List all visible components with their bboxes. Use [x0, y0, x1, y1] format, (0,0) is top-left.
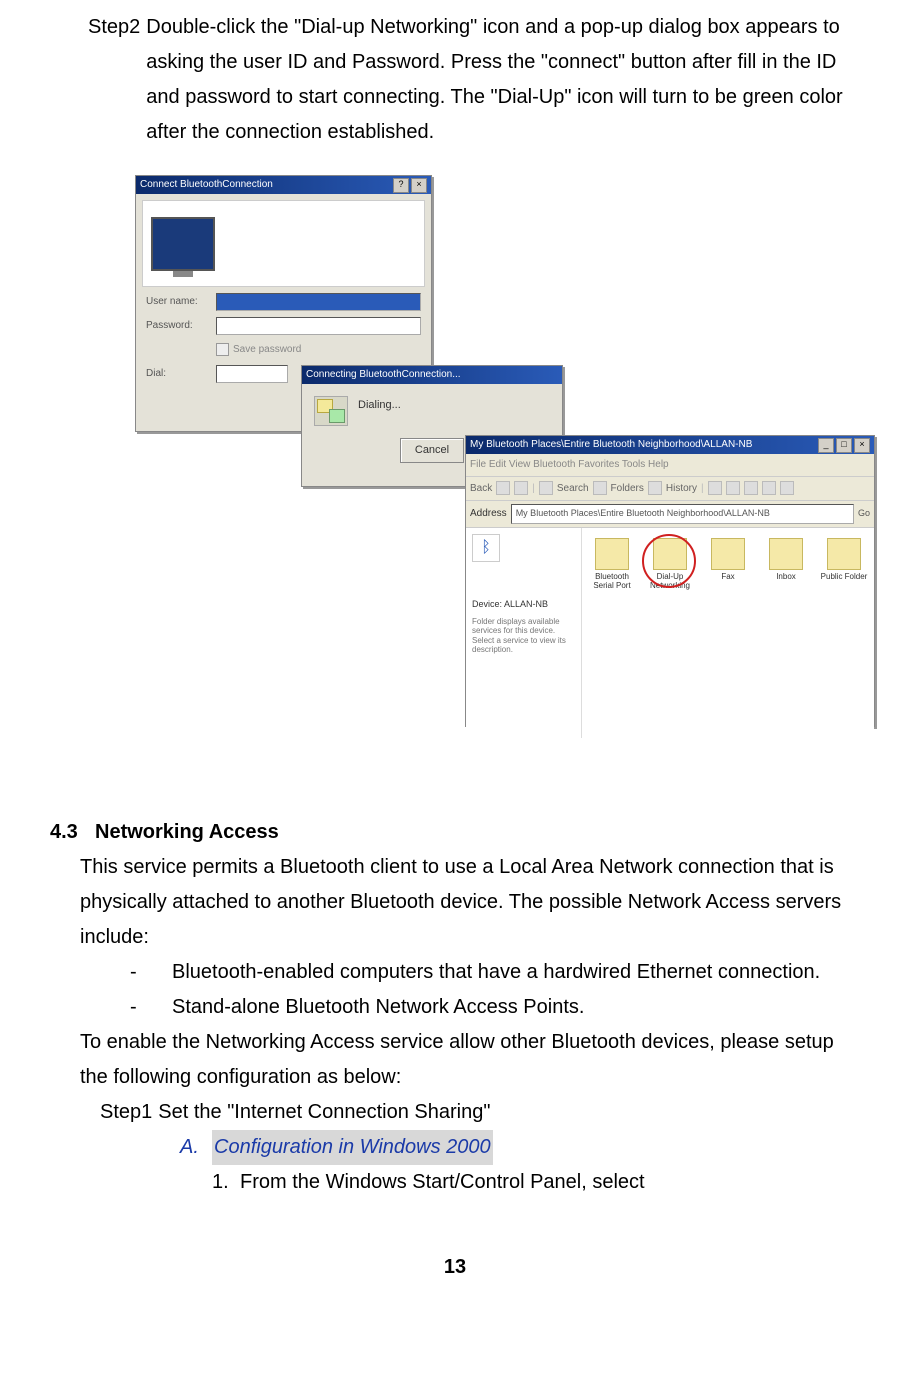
folder-icon: [595, 538, 629, 570]
step2-body: Double-click the "Dial-up Networking" ic…: [146, 10, 860, 150]
sub-a-text: Configuration in Windows 2000: [212, 1130, 493, 1165]
cancel-button[interactable]: Cancel: [400, 438, 464, 463]
connect-title: Connect BluetoothConnection: [140, 176, 273, 194]
fax-item[interactable]: Fax: [704, 538, 752, 582]
minimize-icon[interactable]: _: [818, 438, 834, 453]
inbox-item[interactable]: Inbox: [762, 538, 810, 582]
monitor-icon: [151, 217, 215, 271]
history-icon[interactable]: [648, 481, 662, 495]
folder-icon: [769, 538, 803, 570]
folder-icon: [711, 538, 745, 570]
folder-icon: [653, 538, 687, 570]
undo-icon[interactable]: [762, 481, 776, 495]
sub-a-label: A.: [180, 1130, 212, 1165]
address-input[interactable]: My Bluetooth Places\Entire Bluetooth Nei…: [511, 504, 854, 524]
section-title: Networking Access: [95, 815, 279, 850]
save-password-row: Save password: [216, 341, 431, 359]
delete-icon[interactable]: [744, 481, 758, 495]
save-password-checkbox[interactable]: [216, 343, 229, 356]
go-button[interactable]: Go: [858, 506, 870, 522]
step1-text: Set the "Internet Connection Sharing": [158, 1095, 490, 1130]
explorer-icon-pane: Bluetooth Serial Port Dial-Up Networking…: [582, 528, 874, 738]
views-icon[interactable]: [780, 481, 794, 495]
password-label: Password:: [146, 317, 216, 335]
dial-input[interactable]: [216, 365, 288, 383]
connecting-title: Connecting BluetoothConnection...: [306, 366, 461, 384]
connecting-titlebar: Connecting BluetoothConnection...: [302, 366, 562, 384]
history-button[interactable]: History: [666, 480, 697, 498]
sub-1-text: From the Windows Start/Control Panel, se…: [240, 1165, 645, 1200]
dial-label: Dial:: [146, 365, 216, 383]
dialup-networking-item[interactable]: Dial-Up Networking: [646, 538, 694, 591]
serial-port-label: Bluetooth Serial Port: [588, 573, 636, 591]
bullet-dash: -: [130, 955, 172, 990]
inbox-label: Inbox: [762, 573, 810, 582]
explorer-titlebar: My Bluetooth Places\Entire Bluetooth Nei…: [466, 436, 874, 454]
step1-label: Step1: [100, 1095, 152, 1130]
up-icon[interactable]: [514, 481, 528, 495]
move-icon[interactable]: [708, 481, 722, 495]
address-label: Address: [470, 505, 507, 523]
sidebar-description: Folder displays available services for t…: [472, 617, 575, 655]
dialup-networking-label: Dial-Up Networking: [646, 573, 694, 591]
maximize-icon[interactable]: □: [836, 438, 852, 453]
folders-button[interactable]: Folders: [611, 480, 644, 498]
search-icon[interactable]: [539, 481, 553, 495]
username-label: User name:: [146, 293, 216, 311]
folders-icon[interactable]: [593, 481, 607, 495]
dialog-banner: [142, 200, 425, 287]
explorer-title: My Bluetooth Places\Entire Bluetooth Nei…: [470, 436, 752, 454]
section-paragraph-1: This service permits a Bluetooth client …: [80, 850, 860, 955]
address-bar: Address My Bluetooth Places\Entire Bluet…: [466, 501, 874, 528]
bullet-2: Stand-alone Bluetooth Network Access Poi…: [172, 990, 584, 1025]
section-number: 4.3: [50, 815, 95, 850]
close-icon[interactable]: ×: [411, 178, 427, 193]
folder-icon: [827, 538, 861, 570]
dialing-status: Dialing...: [358, 396, 401, 415]
copy-icon[interactable]: [726, 481, 740, 495]
public-folder-label: Public Folder: [820, 573, 868, 582]
screenshot-figure: Connect BluetoothConnection ? × User nam…: [135, 175, 860, 785]
serial-port-item[interactable]: Bluetooth Serial Port: [588, 538, 636, 591]
explorer-sidebar: ᛒ Device: ALLAN-NB Folder displays avail…: [466, 528, 582, 738]
search-button[interactable]: Search: [557, 480, 589, 498]
sub-1-label: 1.: [212, 1165, 240, 1200]
help-icon[interactable]: ?: [393, 178, 409, 193]
section-paragraph-2: To enable the Networking Access service …: [80, 1025, 860, 1095]
close-icon[interactable]: ×: [854, 438, 870, 453]
explorer-toolbar: Back | Search Folders History |: [466, 477, 874, 502]
bullet-1: Bluetooth-enabled computers that have a …: [172, 955, 820, 990]
fax-label: Fax: [704, 573, 752, 582]
back-button[interactable]: Back: [470, 480, 492, 498]
save-password-label: Save password: [233, 344, 301, 355]
page-number: 13: [50, 1250, 860, 1285]
bluetooth-icon: ᛒ: [472, 534, 500, 562]
sidebar-device: Device: ALLAN-NB: [472, 597, 575, 613]
username-input[interactable]: [216, 293, 421, 311]
explorer-window: My Bluetooth Places\Entire Bluetooth Nei…: [465, 435, 875, 727]
step2-label: Step2: [88, 10, 140, 150]
modem-icon: [314, 396, 348, 426]
public-folder-item[interactable]: Public Folder: [820, 538, 868, 582]
connect-titlebar: Connect BluetoothConnection ? ×: [136, 176, 431, 194]
explorer-menubar[interactable]: File Edit View Bluetooth Favorites Tools…: [466, 454, 874, 477]
password-input[interactable]: [216, 317, 421, 335]
bullet-dash: -: [130, 990, 172, 1025]
forward-icon[interactable]: [496, 481, 510, 495]
